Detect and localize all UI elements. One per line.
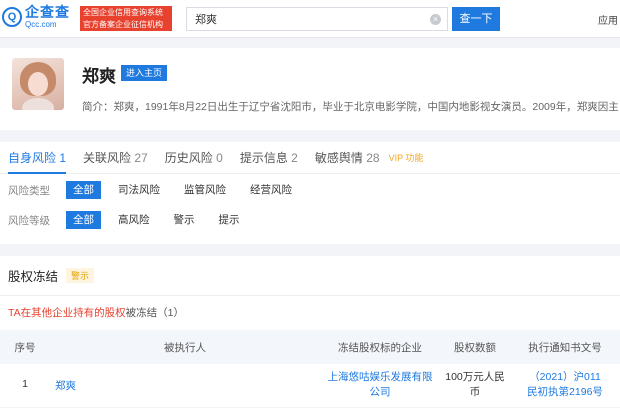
logo-text: 企查查	[25, 4, 70, 20]
logo-domain: Qcc.com	[25, 20, 57, 29]
logo-mark-icon: Q	[2, 7, 22, 27]
header-doc-number: 执行通知书文号	[528, 341, 602, 354]
company-link-line2[interactable]: 公司	[320, 385, 440, 400]
cell-index: 1	[22, 378, 28, 390]
level-warning[interactable]: 警示	[167, 211, 202, 229]
doc-link-line2[interactable]: 民初执第2196号	[510, 385, 620, 400]
slogan-line-2: 官方备案企业征信机构	[83, 20, 163, 29]
filter-judicial[interactable]: 司法风险	[111, 181, 167, 199]
enter-homepage-button[interactable]: 进入主页	[121, 65, 168, 81]
level-all[interactable]: 全部	[66, 211, 101, 229]
cell-doc-number: （2021）沪011 民初执第2196号	[510, 370, 620, 400]
header-amount: 股权数额	[454, 341, 496, 354]
filter-operation[interactable]: 经营风险	[243, 181, 299, 199]
profile-card: 郑爽 进入主页 简介：郑爽，1991年8月22日出生于辽宁省沈阳市，毕业于北京电…	[0, 48, 620, 130]
amount-line2: 币	[469, 386, 481, 398]
risk-panel: 自身风险 1 关联风险 27 历史风险 0 提示信息 2 敏感舆情 28 VIP…	[0, 142, 620, 244]
section-header: 股权冻结 警示	[0, 256, 620, 296]
table-header: 序号 被执行人 冻结股权标的企业 股权数额 执行通知书文号	[0, 330, 620, 364]
tab-sensitive-news[interactable]: 敏感舆情 28	[315, 142, 380, 173]
risk-tabs: 自身风险 1 关联风险 27 历史风险 0 提示信息 2 敏感舆情 28 VIP…	[0, 142, 620, 174]
section-note: TA在其他企业持有的股权被冻结（1）	[0, 296, 620, 330]
slogan-line-1: 全国企业信用查询系统	[83, 8, 163, 17]
note-highlight[interactable]: TA在其他企业持有的股权	[8, 307, 126, 319]
level-notice[interactable]: 提示	[212, 211, 247, 229]
cell-executee: 郑爽	[50, 370, 320, 393]
note-suffix: 被冻结（1）	[125, 307, 184, 319]
company-link[interactable]: 上海悠咕娱乐发展有限	[320, 370, 440, 385]
top-bar: Q 企查查 Qcc.com 全国企业信用查询系统 官方备案企业征信机构 × 查一…	[0, 0, 620, 38]
warning-badge: 警示	[66, 268, 95, 283]
logo[interactable]: Q 企查查 Qcc.com	[2, 5, 70, 29]
executee-link[interactable]: 郑爽	[55, 380, 76, 392]
tab-related-risk[interactable]: 关联风险 27	[83, 142, 148, 173]
header-company: 冻结股权标的企业	[338, 341, 422, 354]
slogan-banner: 全国企业信用查询系统 官方备案企业征信机构	[80, 6, 172, 31]
risk-type-filter: 风险类型 全部 司法风险 监管风险 经营风险	[0, 176, 620, 204]
search-input[interactable]	[195, 13, 425, 25]
level-high[interactable]: 高风险	[111, 211, 157, 229]
vip-badge: VIP 功能	[388, 153, 424, 163]
cell-amount: 100万元人民 币	[440, 370, 510, 400]
header-index: 序号	[14, 341, 36, 354]
clear-icon[interactable]: ×	[430, 14, 441, 25]
section-title: 股权冻结	[8, 270, 59, 284]
person-name: 郑爽	[82, 67, 116, 86]
amount-line1: 100万元人民	[445, 371, 505, 383]
person-intro: 简介：郑爽，1991年8月22日出生于辽宁省沈阳市，毕业于北京电影学院，中国内地…	[82, 101, 618, 113]
table-row: 1 郑爽 上海悠咕娱乐发展有限 公司 100万元人民 币 （2021）沪011 …	[0, 364, 620, 408]
cell-company: 上海悠咕娱乐发展有限 公司	[320, 370, 440, 400]
freeze-table: 序号 被执行人 冻结股权标的企业 股权数额 执行通知书文号 1 郑爽 上海悠咕娱…	[0, 330, 620, 408]
search-button[interactable]: 查一下	[452, 7, 500, 31]
equity-freeze-section: 股权冻结 警示 TA在其他企业持有的股权被冻结（1） 序号 被执行人 冻结股权标…	[0, 256, 620, 407]
tab-notice-info[interactable]: 提示信息 2	[240, 142, 298, 173]
avatar	[12, 58, 64, 110]
search-box: ×	[186, 7, 448, 31]
tab-self-risk[interactable]: 自身风险 1	[8, 142, 67, 174]
filter-all[interactable]: 全部	[66, 181, 101, 199]
filter-regulatory[interactable]: 监管风险	[177, 181, 233, 199]
filter-label: 风险等级	[8, 214, 50, 227]
filter-label: 风险类型	[8, 184, 50, 197]
header-executee: 被执行人	[164, 341, 206, 354]
risk-level-filter: 风险等级 全部 高风险 警示 提示	[0, 206, 620, 234]
tab-history-risk[interactable]: 历史风险 0	[165, 142, 223, 173]
apps-link[interactable]: 应用	[598, 12, 618, 27]
doc-link[interactable]: （2021）沪011	[510, 370, 620, 385]
